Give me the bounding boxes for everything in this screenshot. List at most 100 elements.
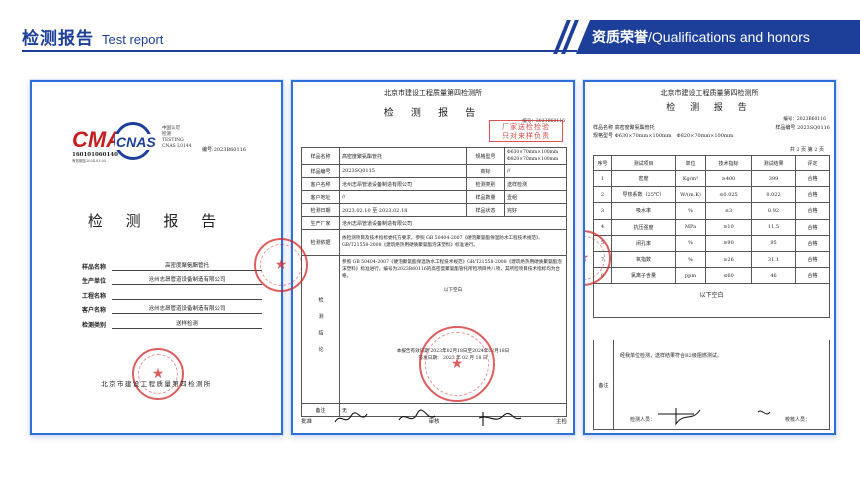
stamp-line: 厂家送检检验	[502, 123, 550, 131]
official-seal	[419, 326, 495, 402]
cell: ppm	[675, 267, 706, 285]
page-title: 检测报告 Test report	[22, 24, 163, 49]
cma-validity: 有效期至2024.03.05	[72, 159, 107, 163]
table-row: 1 密度 Kg/m³ ≥400 399 合格	[593, 169, 830, 188]
results-table: 序号 测试项目 单位 技术指标 测试结果 评定 1 密度 Kg/m³ ≥400 399 合…	[593, 155, 830, 319]
tester-label: 检测人员：	[630, 417, 656, 423]
meta-value: 2023SQ0116	[797, 125, 830, 131]
cover-fields: 样品名称 高密度聚氨酯管托 生产单位 沧州志昂管道设备制造有限公司 工程名称 客户名…	[82, 256, 262, 329]
doc3-title: 检 测 报 告	[666, 103, 753, 113]
table-value: 2023SQ0115	[339, 164, 467, 178]
cnas-text: 中国认可 检测 TESTING CNAS L0144	[162, 126, 192, 150]
cover-field: 生产单位 沧州志昂管道设备制造有限公司	[82, 271, 262, 285]
doc2-org: 北京市建设工程质量第四检测所	[384, 89, 482, 97]
meta-label: 样品编号	[775, 125, 796, 131]
table-value: //	[504, 164, 567, 178]
cover-field-label: 客户名称	[82, 307, 107, 314]
page-title-cn: 检测报告	[22, 29, 94, 49]
table-label: 检测日期	[301, 203, 340, 217]
cma-number: 160101060140	[72, 152, 118, 158]
column-header: 序号	[593, 155, 612, 171]
cover-field-label: 生产单位	[82, 278, 107, 285]
cell: 合格	[795, 202, 830, 220]
cell: %	[675, 202, 706, 220]
table-row: 8 氯离子含量 ppm ≤60 46 合格	[593, 267, 830, 285]
table-row: 3 吸水率% ≤3 0.92 合格	[593, 202, 830, 220]
table-value: 壹组	[504, 190, 567, 204]
table-label: 检测依据	[301, 229, 340, 256]
cell: ≥90	[705, 234, 752, 252]
table-label: 检 测 结 论	[301, 255, 340, 404]
doc3-report-number: 编号：2023B60116	[783, 117, 826, 122]
report-results-document: 北京市建设工程质量第四检测所 检 测 报 告 编号：2023B60116 样品名…	[583, 80, 836, 435]
column-header: 单位	[675, 155, 706, 171]
table-label: 样品数量	[466, 190, 505, 204]
cell: 抗压强度	[611, 218, 676, 236]
report-number: 编号:2023B60116	[202, 146, 246, 153]
cnas-line: CNAS L0144	[162, 144, 192, 149]
cell: 密度	[611, 169, 676, 188]
table-value: 沧州志昂管道设备制造有限公司	[339, 177, 467, 191]
checker-label: 校核人员：	[784, 417, 810, 423]
cell: ≤60	[705, 267, 752, 285]
table-value: 沧州志昂管道设备制造有限公司	[339, 216, 567, 230]
report-number-label: 编号:	[202, 147, 214, 153]
meta-label: 样品名称	[593, 125, 614, 131]
table-value: 完好	[504, 203, 567, 217]
cell: 合格	[795, 234, 830, 252]
doc3-org: 北京市建设工程质量第四检测所	[660, 89, 759, 97]
cell: ≥400	[705, 169, 752, 188]
cover-footer-org: 北京市建设工程质量第四检测所	[101, 380, 212, 388]
blank-marker: 以下空白	[593, 283, 830, 319]
table-label: 检测类别	[466, 177, 505, 191]
table-row: 4 抗压强度 MPa ≥10 11.5 合格	[593, 218, 830, 236]
cover-field-label: 工程名称	[82, 292, 107, 300]
meta-value: Φ630×70mm×100mm Φ820×70mm×100mm	[614, 133, 734, 139]
banner-title-cn: 资质荣誉	[592, 30, 648, 46]
page-title-en: Test report	[102, 32, 164, 47]
cell: 合格	[795, 218, 830, 236]
table-row: 5 闭孔率% ≥90 95 合格	[593, 234, 830, 252]
cell: MPa	[675, 218, 706, 236]
report-cover-document: CMA 160101060140 有效期至2024.03.05 CNAS 中国认…	[30, 80, 283, 435]
column-header: 技术指标	[705, 155, 752, 171]
official-seal	[132, 348, 184, 400]
cell: 3	[593, 202, 612, 220]
section-banner: 资质荣誉/Qualifications and honors	[576, 20, 860, 54]
cover-field: 样品名称 高密度聚氨酯管托	[82, 256, 262, 271]
cover-field-value: 沧州志昂管道设备制造有限公司	[112, 275, 262, 285]
sample-stamp: 厂家送检检验 只对来样负责	[489, 120, 563, 142]
approve-label: 批准	[301, 419, 313, 425]
spec-line: Φ630×70mm×100mm	[507, 150, 559, 155]
table-label: 规格型号	[466, 147, 505, 165]
table-row: 2 导热系数（25℃） W/(m.K) ≤0.025 0.022 合格	[593, 186, 830, 204]
cell: 合格	[795, 186, 830, 204]
table-label: 客户名称	[301, 177, 340, 191]
blank-marker: 以下空白	[443, 288, 463, 294]
cell: 氯离子含量	[611, 267, 676, 285]
handwritten-signatures	[334, 409, 522, 426]
table-value: Φ630×70mm×100mm Φ820×70mm×100mm	[504, 147, 567, 165]
table-label: 样品编号	[301, 164, 340, 178]
table-label: 商标	[466, 164, 505, 178]
cell: 95	[751, 234, 796, 252]
cell: 0.022	[751, 186, 796, 204]
table-value: //	[339, 190, 467, 204]
cell: 闭孔率	[611, 234, 676, 252]
table-value: 高密度聚氨酯管托	[339, 147, 467, 165]
test-basis: 依检测项目及技术指标委托方要求。参照 GB 50404-2007《硬泡聚氨酯保温…	[339, 229, 567, 256]
cell: ≤3	[705, 202, 752, 220]
cell: 合格	[795, 250, 830, 269]
meta-sample-no: 样品编号 2023SQ0116	[775, 124, 830, 132]
doc3-meta: 样品名称 高密度聚氨酯管托 样品编号 2023SQ0116 规格型号 Φ630×7…	[593, 124, 830, 140]
column-header: 评定	[795, 155, 830, 171]
meta-spec: 规格型号 Φ630×70mm×100mm Φ820×70mm×100mm	[593, 132, 733, 140]
cell: 31.1	[751, 250, 796, 269]
cover-field: 检测类别 送样检测	[82, 314, 262, 329]
cell: Kg/m³	[675, 169, 706, 188]
table-row: 以下空白	[593, 283, 830, 319]
remarks-label: 备注	[594, 340, 614, 430]
table-label: 客户地址	[301, 190, 340, 204]
cell: 氧指数	[611, 250, 676, 269]
stamp-line: 只对来样负责	[502, 132, 550, 140]
